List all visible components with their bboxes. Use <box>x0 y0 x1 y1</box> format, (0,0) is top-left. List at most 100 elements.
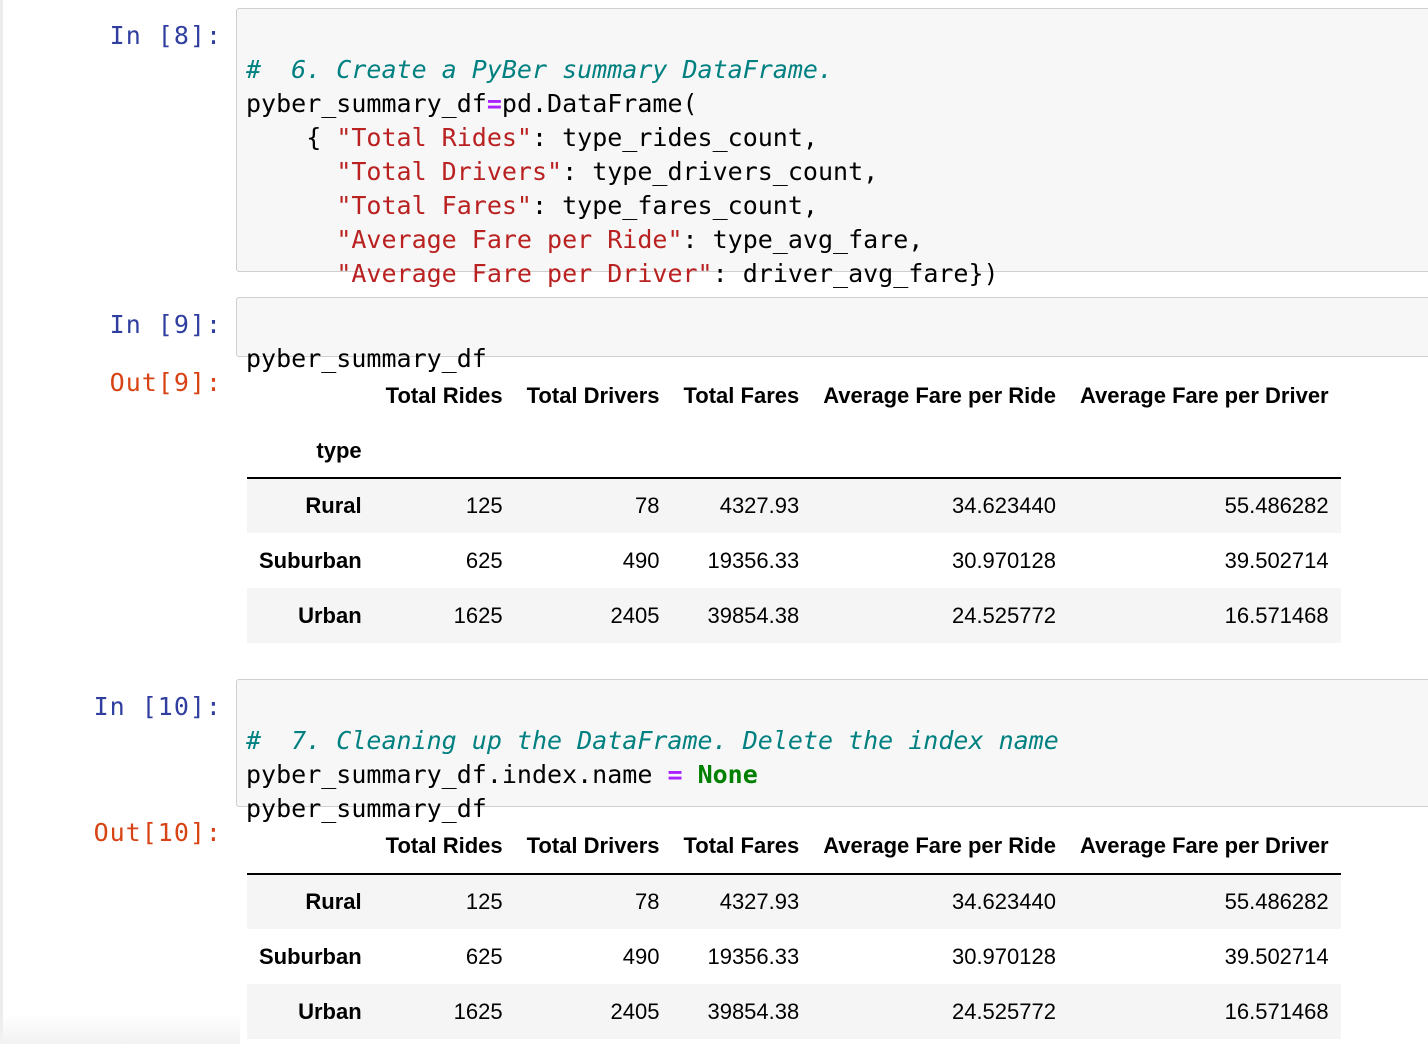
table-cell: 4327.93 <box>671 477 812 533</box>
table-cell: 2405 <box>610 602 660 628</box>
code-keyword: None <box>697 760 758 789</box>
output-prompt-10: Out[10]: <box>93 818 222 847</box>
code-line-2: pyber_summary_df=pd.DataFrame( <box>246 87 1428 121</box>
left-gutter-rule <box>0 0 3 1044</box>
table-cell: 24.525772 <box>951 602 1056 628</box>
code-cell-8[interactable]: # 6. Create a PyBer summary DataFrame. py… <box>236 8 1428 288</box>
code-text: : type_drivers_count, <box>562 157 879 186</box>
input-prompt-8: In [8]: <box>109 21 222 50</box>
column-header: Average Fare per Ride <box>823 383 1056 408</box>
code-string: "Total Rides" <box>336 123 532 152</box>
table-cell: 39.502714 <box>1224 547 1329 573</box>
table-row: Urban 1625 2405 39854.38 24.525772 16.57… <box>247 588 1341 643</box>
table-cell: 625 <box>465 547 503 573</box>
table-cell: 39854.38 <box>707 602 800 628</box>
dataframe-output-10: Total Rides Total Drivers Total Fares Av… <box>247 818 1341 1039</box>
table-row: Suburban 625 490 19356.33 30.970128 39.5… <box>247 929 1341 984</box>
code-cell-10[interactable]: # 7. Cleaning up the DataFrame. Delete t… <box>236 679 1428 823</box>
table-cell: 125 <box>373 477 515 533</box>
table-cell: 16.571468 <box>1224 998 1329 1024</box>
code-comment: # 6. Create a PyBer summary DataFrame. <box>246 55 833 84</box>
column-header: Total Rides <box>385 832 503 858</box>
index-header-blank <box>247 368 374 424</box>
input-prompt-9: In [9]: <box>109 310 222 339</box>
column-header: Total Fares <box>683 832 800 858</box>
table-cell: 2405 <box>610 998 660 1024</box>
table-cell: 30.970128 <box>951 547 1056 573</box>
code-string: "Average Fare per Ride" <box>336 225 683 254</box>
table-cell: 78 <box>514 477 672 533</box>
row-index: Urban <box>298 602 362 628</box>
code-text: pd.DataFrame( <box>501 89 698 118</box>
code-line-5: "Total Fares": type_fares_count, <box>246 189 1428 223</box>
code-comment: # 7. Cleaning up the DataFrame. Delete t… <box>246 726 1059 755</box>
code-line-2: pyber_summary_df.index.name = None <box>246 758 1428 792</box>
code-text: : type_rides_count, <box>531 123 818 152</box>
table-cell: 39.502714 <box>1224 943 1329 969</box>
column-header: Total Fares <box>683 383 800 408</box>
code-operator: = <box>486 89 502 118</box>
column-header: Average Fare per Driver <box>1079 832 1329 858</box>
code-string: "Total Fares" <box>336 191 532 220</box>
column-header: Average Fare per Driver <box>1079 383 1329 408</box>
table-cell: 125 <box>373 873 515 929</box>
code-string: "Total Drivers" <box>336 157 563 186</box>
table-cell: 16.571468 <box>1224 602 1329 628</box>
column-header: Average Fare per Ride <box>823 832 1056 858</box>
table-cell: 30.970128 <box>951 943 1056 969</box>
code-operator: = <box>667 760 683 789</box>
code-text: { <box>246 123 337 152</box>
code-text: : type_avg_fare, <box>682 225 924 254</box>
row-index: Suburban <box>259 547 362 573</box>
table-cell: 19356.33 <box>707 943 800 969</box>
code-text: : driver_avg_fare}) <box>712 259 999 288</box>
row-index: Urban <box>298 998 362 1024</box>
code-line-7: "Average Fare per Driver": driver_avg_fa… <box>246 257 1428 291</box>
table-cell: 625 <box>465 943 503 969</box>
table-row: Rural 125 78 4327.93 34.623440 55.486282 <box>247 873 1341 929</box>
index-name-row: type <box>247 424 1341 478</box>
bottom-shadow <box>0 1014 240 1044</box>
table-row: Rural 125 78 4327.93 34.623440 55.486282 <box>247 477 1341 533</box>
table-cell: 490 <box>622 547 660 573</box>
code-string: "Average Fare per Driver" <box>336 259 713 288</box>
table-cell: 24.525772 <box>951 998 1056 1024</box>
code-text: : type_fares_count, <box>531 191 818 220</box>
column-header: Total Drivers <box>526 832 660 858</box>
table-cell: 19356.33 <box>707 547 800 573</box>
dataframe-output-9: Total Rides Total Drivers Total Fares Av… <box>247 368 1341 643</box>
row-index: Rural <box>247 873 374 929</box>
column-header: Total Rides <box>385 383 503 408</box>
table-row: Urban 1625 2405 39854.38 24.525772 16.57… <box>247 984 1341 1039</box>
code-cell-9[interactable]: pyber_summary_df <box>236 297 1428 373</box>
code-text: pyber_summary_df.index.name <box>246 760 668 789</box>
table-cell: 1625 <box>453 602 503 628</box>
table-cell: 34.623440 <box>811 477 1068 533</box>
code-line-4: "Total Drivers": type_drivers_count, <box>246 155 1428 189</box>
table-cell: 78 <box>514 873 672 929</box>
table-cell: 34.623440 <box>811 873 1068 929</box>
index-name: type <box>316 437 362 463</box>
code-line-6: "Average Fare per Ride": type_avg_fare, <box>246 223 1428 257</box>
index-header-blank <box>247 818 374 874</box>
row-index: Rural <box>247 477 374 533</box>
table-header-row: Total Rides Total Drivers Total Fares Av… <box>247 818 1341 874</box>
table-header-row: Total Rides Total Drivers Total Fares Av… <box>247 368 1341 424</box>
column-header: Total Drivers <box>526 383 660 408</box>
table-cell: 39854.38 <box>707 998 800 1024</box>
output-prompt-9: Out[9]: <box>109 368 222 397</box>
table-cell: 1625 <box>453 998 503 1024</box>
code-line-1: # 7. Cleaning up the DataFrame. Delete t… <box>246 724 1428 758</box>
row-index: Suburban <box>259 943 362 969</box>
input-prompt-10: In [10]: <box>93 692 222 721</box>
table-row: Suburban 625 490 19356.33 30.970128 39.5… <box>247 533 1341 588</box>
table-cell: 55.486282 <box>1067 477 1341 533</box>
table-cell: 55.486282 <box>1067 873 1341 929</box>
code-text: pyber_summary_df <box>246 89 487 118</box>
table-cell: 490 <box>622 943 660 969</box>
